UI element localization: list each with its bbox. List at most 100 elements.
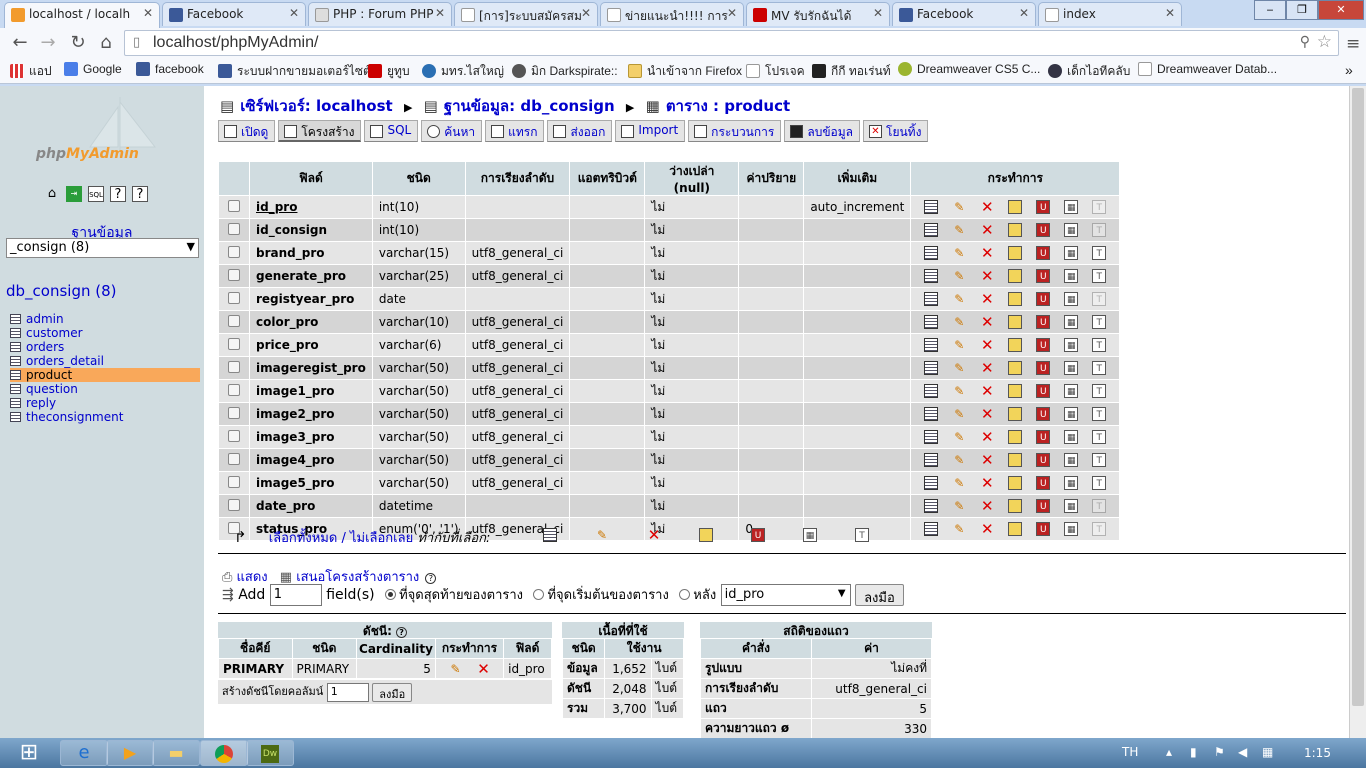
primary-key-icon[interactable]: [1008, 407, 1023, 422]
drop-icon[interactable]: ✕: [980, 361, 994, 376]
windows-start-icon[interactable]: ⊞: [4, 738, 54, 768]
drop-icon[interactable]: ✕: [476, 661, 490, 676]
browser-tab-phpmyadmin[interactable]: localhost / localh ✕: [4, 2, 160, 28]
database-select[interactable]: _consign (8) ▼: [6, 238, 199, 258]
check-all-link[interactable]: เลือกทั้งหมด: [269, 531, 338, 546]
radio-after[interactable]: [679, 589, 691, 600]
bookmark-facebook[interactable]: facebook: [136, 62, 204, 76]
primary-key-icon[interactable]: [1008, 361, 1023, 376]
edit-icon[interactable]: ✎: [952, 200, 966, 214]
browse-values-icon[interactable]: [924, 269, 939, 284]
bulk-primary-icon[interactable]: [699, 528, 713, 542]
edit-icon[interactable]: ✎: [952, 384, 966, 398]
index-icon[interactable]: ▦: [1064, 246, 1079, 261]
bookmark-youtube[interactable]: ยูทูบ: [368, 62, 410, 81]
unique-icon[interactable]: U: [1036, 200, 1051, 215]
tab-empty[interactable]: ลบข้อมูล: [784, 120, 860, 142]
browse-values-icon[interactable]: [924, 476, 939, 491]
propose-structure-link[interactable]: เสนอโครงสร้างตาราง: [296, 570, 419, 585]
close-tab-icon[interactable]: ✕: [873, 6, 883, 20]
browse-values-icon[interactable]: [924, 430, 939, 445]
print-view-link[interactable]: แสดง: [237, 570, 268, 585]
home-icon[interactable]: ⌂: [94, 32, 118, 53]
sidebar-table-product[interactable]: product: [10, 368, 200, 382]
close-tab-icon[interactable]: ✕: [581, 6, 591, 20]
bulk-unique-icon[interactable]: U: [751, 528, 765, 542]
bookmark-project[interactable]: โปรเจค: [746, 62, 805, 81]
fulltext-icon[interactable]: T: [1092, 246, 1107, 261]
radio-at-beginning[interactable]: [533, 589, 545, 600]
primary-key-icon[interactable]: [1008, 522, 1023, 537]
edit-icon[interactable]: ✎: [952, 246, 966, 260]
index-icon[interactable]: ▦: [1064, 522, 1079, 537]
drop-icon[interactable]: ✕: [980, 269, 994, 284]
primary-key-icon[interactable]: [1008, 246, 1023, 261]
taskbar-explorer-icon[interactable]: ▬: [152, 740, 200, 766]
fulltext-icon[interactable]: T: [1092, 407, 1107, 422]
index-icon[interactable]: ▦: [1064, 453, 1079, 468]
bookmark-google[interactable]: Google: [64, 62, 122, 76]
breadcrumb-server[interactable]: เซิร์ฟเวอร์: localhost: [240, 97, 393, 115]
drop-icon[interactable]: ✕: [980, 223, 994, 238]
unique-icon[interactable]: U: [1036, 292, 1051, 307]
browser-tab-facebook[interactable]: Facebook ✕: [162, 2, 306, 26]
browse-values-icon[interactable]: [924, 384, 939, 399]
scrollbar-thumb[interactable]: [1352, 88, 1364, 706]
taskbar-media-icon[interactable]: ▶: [106, 740, 154, 766]
close-tab-icon[interactable]: ✕: [289, 6, 299, 20]
browse-values-icon[interactable]: [924, 315, 939, 330]
tab-sql[interactable]: SQL: [364, 120, 419, 142]
drop-icon[interactable]: ✕: [980, 246, 994, 261]
drop-icon[interactable]: ✕: [980, 453, 994, 468]
unique-icon[interactable]: U: [1036, 430, 1051, 445]
index-icon[interactable]: ▦: [1064, 223, 1079, 238]
browser-tab-index[interactable]: index ✕: [1038, 2, 1182, 26]
fulltext-icon[interactable]: T: [1092, 315, 1107, 330]
browse-values-icon[interactable]: [924, 499, 939, 514]
primary-key-icon[interactable]: [1008, 384, 1023, 399]
close-tab-icon[interactable]: ✕: [1019, 6, 1029, 20]
fulltext-icon[interactable]: T: [1092, 269, 1107, 284]
unique-icon[interactable]: U: [1036, 499, 1051, 514]
row-checkbox[interactable]: [228, 383, 240, 396]
language-indicator[interactable]: TH: [1122, 745, 1138, 759]
forward-icon[interactable]: →: [36, 32, 60, 53]
breadcrumb-table[interactable]: ตาราง : product: [666, 97, 790, 115]
lock-settings-icon[interactable]: ⚲: [1300, 34, 1310, 50]
unique-icon[interactable]: U: [1036, 315, 1051, 330]
fulltext-icon[interactable]: T: [1092, 453, 1107, 468]
after-field-select[interactable]: id_pro ▼: [720, 584, 851, 606]
tray-arrow-icon[interactable]: ▴: [1166, 745, 1172, 759]
restore-icon[interactable]: ❐: [1286, 0, 1318, 20]
edit-icon[interactable]: ✎: [952, 315, 966, 329]
edit-icon[interactable]: ✎: [952, 430, 966, 444]
unique-icon[interactable]: U: [1036, 453, 1051, 468]
clock-time[interactable]: 1:15: [1304, 746, 1331, 760]
bookmark-university[interactable]: มทร.ไสใหญ่: [422, 62, 504, 81]
edit-icon[interactable]: ✎: [952, 522, 966, 536]
drop-icon[interactable]: ✕: [980, 476, 994, 491]
uncheck-all-link[interactable]: ไม่เลือกเลย: [350, 531, 413, 546]
docs-icon[interactable]: ?: [110, 186, 126, 202]
sql-docs-icon[interactable]: ?: [132, 186, 148, 202]
taskbar-chrome-icon[interactable]: [200, 740, 248, 766]
row-checkbox[interactable]: [228, 406, 240, 419]
fulltext-icon[interactable]: T: [1092, 476, 1107, 491]
row-checkbox[interactable]: [228, 222, 240, 235]
index-icon[interactable]: ▦: [1064, 338, 1079, 353]
edit-icon[interactable]: ✎: [952, 476, 966, 490]
tab-search[interactable]: ค้นหา: [421, 120, 483, 142]
add-field-count-input[interactable]: 1: [269, 584, 322, 606]
drop-icon[interactable]: ✕: [980, 338, 994, 353]
browse-values-icon[interactable]: [924, 338, 939, 353]
drop-icon[interactable]: ✕: [980, 384, 994, 399]
primary-key-icon[interactable]: [1008, 292, 1023, 307]
unique-icon[interactable]: U: [1036, 269, 1051, 284]
row-checkbox[interactable]: [228, 245, 240, 258]
bookmark-darkspirate[interactable]: มิก Darkspirate::: [512, 62, 618, 81]
primary-key-icon[interactable]: [1008, 315, 1023, 330]
primary-key-icon[interactable]: [1008, 430, 1023, 445]
browser-tab-register[interactable]: [การ]ระบบสมัครสม ✕: [454, 2, 598, 26]
index-icon[interactable]: ▦: [1064, 292, 1079, 307]
row-checkbox[interactable]: [228, 291, 240, 304]
